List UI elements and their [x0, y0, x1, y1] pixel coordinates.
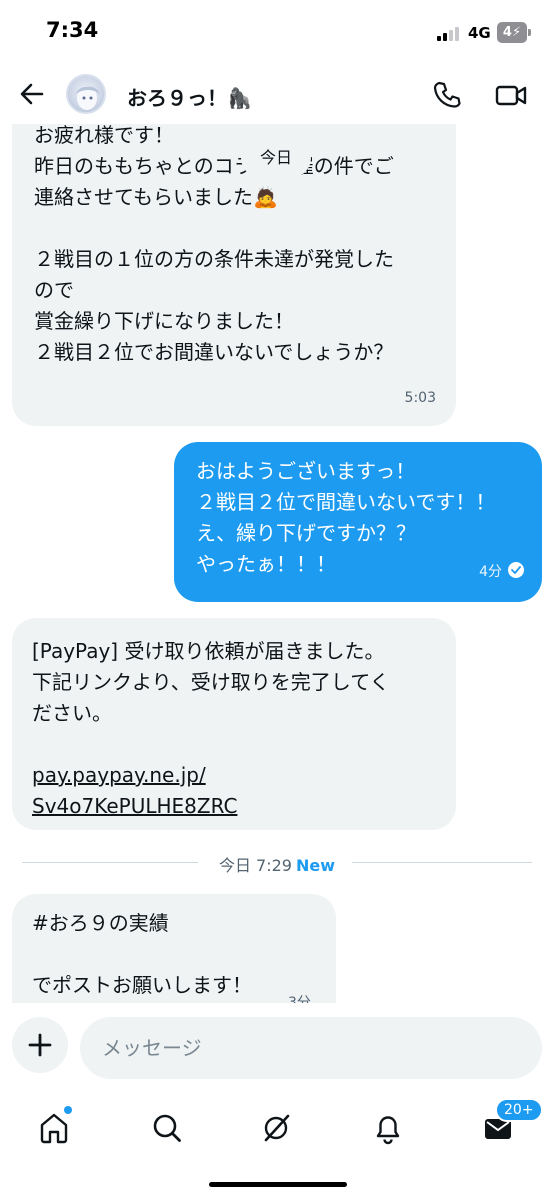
message-bubble-outgoing[interactable]: おはようございますっ！ ２戦目２位で間違いないです！！ え、繰り下げですか？？ …	[174, 442, 542, 602]
message-meta: 4分	[479, 557, 524, 588]
arrow-left-icon	[20, 83, 44, 105]
message-time: 5:03	[404, 390, 436, 406]
message-bubble-incoming[interactable]: [PayPay] 受け取り依頼が届きました。 下記リンクより、受け取りを完了して…	[12, 618, 456, 830]
message-text: ２戦目２位でお間違いないでしょうか？	[34, 340, 394, 364]
message-text: ださい。	[32, 701, 112, 725]
video-call-button[interactable]	[494, 78, 528, 112]
divider-label: 今日 7:29	[218, 856, 292, 875]
message-text: [PayPay] 受け取り依頼が届きました。	[32, 639, 385, 663]
back-button[interactable]	[16, 78, 48, 110]
new-messages-divider: 今日 7:29 New	[0, 852, 554, 876]
contact-name[interactable]: おろ９っ！🦍	[127, 82, 252, 111]
message-text: え、繰り下げですか？？	[196, 521, 416, 545]
chat-header: おろ９っ！🦍	[0, 64, 554, 124]
message-input[interactable]	[80, 1017, 542, 1079]
signal-icon	[437, 27, 463, 41]
tab-grok[interactable]	[254, 1106, 298, 1150]
tab-search[interactable]	[145, 1106, 189, 1150]
message-text	[32, 729, 436, 760]
home-indicator	[209, 1182, 347, 1187]
message-time: 4分	[479, 564, 502, 580]
messages-badge: 20+	[495, 1098, 543, 1122]
plus-icon	[28, 1033, 52, 1057]
message-text: 昨日のももちゃとのコラボ主催の件でご	[34, 154, 394, 178]
message-text: #おろ９の実績	[32, 911, 169, 935]
paypay-link[interactable]: pay.paypay.ne.jp/	[32, 760, 436, 791]
home-notification-dot	[64, 1106, 72, 1114]
date-pill: 今日	[244, 141, 309, 175]
battery-icon: 4⚡	[497, 22, 527, 43]
message-text	[32, 939, 316, 970]
message-text: でポストお願いします！	[32, 973, 252, 997]
message-text	[34, 213, 436, 244]
avatar-image	[76, 86, 100, 110]
read-check-icon	[508, 562, 524, 578]
message-text: 賞金繰り下げになりました！	[34, 309, 294, 333]
grok-icon	[264, 1114, 290, 1142]
phone-icon	[433, 81, 461, 108]
battery-level: 4	[502, 25, 512, 40]
message-text: お疲れ様です！	[34, 123, 174, 147]
search-icon	[153, 1114, 181, 1142]
network-label: 4G	[468, 24, 491, 42]
tab-notifications[interactable]	[366, 1106, 410, 1150]
paypay-link[interactable]: Sv4o7KePULHE8ZRC	[32, 791, 436, 822]
message-text: やったぁ！！！	[196, 552, 336, 576]
new-label: New	[296, 856, 336, 875]
message-text: 下記リンクより、受け取りを完了してく	[32, 670, 390, 694]
message-text: おはようございますっ！	[196, 459, 416, 483]
add-attachment-button[interactable]	[12, 1017, 68, 1073]
message-text: ２戦目２位で間違いないです！！	[196, 490, 496, 514]
avatar[interactable]	[66, 74, 106, 114]
status-bar: 7:34 4G 4⚡	[0, 0, 554, 64]
video-icon	[495, 85, 527, 106]
status-time: 7:34	[46, 18, 99, 42]
message-bubble-incoming[interactable]: お疲れ様です！ 昨日のももちゃとのコラボ主催の件でご 連絡させてもらいました🙇 …	[12, 100, 456, 426]
composer	[0, 1003, 554, 1098]
message-text: 連絡させてもらいました🙇	[34, 185, 278, 209]
message-text: ２戦目の１位の方の条件未達が発覚した	[34, 247, 394, 271]
message-text: ので	[34, 278, 74, 302]
bell-icon	[376, 1116, 400, 1145]
call-button[interactable]	[430, 78, 464, 112]
battery-tip	[528, 29, 531, 36]
